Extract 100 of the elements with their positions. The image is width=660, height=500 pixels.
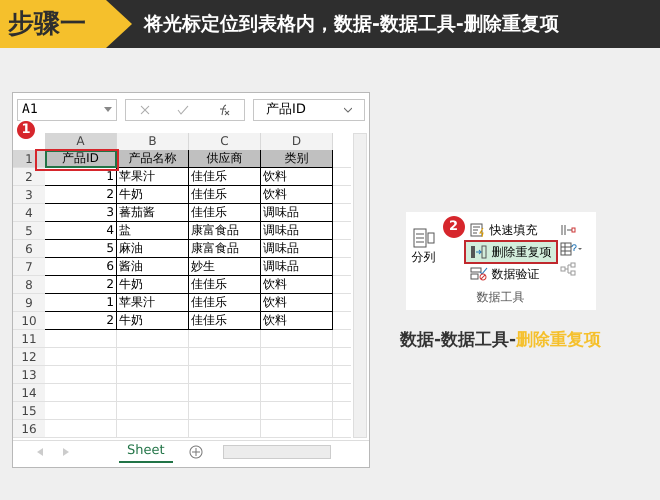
table-cell[interactable]: 盐	[117, 222, 189, 240]
row-header[interactable]: 15	[13, 402, 45, 420]
empty-cell[interactable]	[117, 384, 189, 402]
table-cell[interactable]: 妙生	[189, 258, 261, 276]
cancel-icon[interactable]	[140, 105, 150, 115]
formula-bar[interactable]: 产品ID	[253, 99, 365, 121]
empty-cell[interactable]	[189, 348, 261, 366]
ribbon-command[interactable]: 快速填充	[466, 220, 556, 240]
caption: 数据-数据工具-删除重复项	[400, 329, 602, 352]
empty-cell[interactable]	[261, 420, 333, 438]
table-cell[interactable]: 调味品	[261, 222, 333, 240]
table-cell[interactable]: 牛奶	[117, 312, 189, 330]
empty-cell[interactable]	[189, 366, 261, 384]
table-cell[interactable]: 供应商	[189, 150, 261, 168]
columns-icon	[412, 228, 435, 248]
empty-cell[interactable]	[189, 330, 261, 348]
table-cell[interactable]: 饮料	[261, 312, 333, 330]
row-header[interactable]: 10	[13, 312, 45, 330]
table-cell[interactable]: 苹果汁	[117, 294, 189, 312]
horizontal-scrollbar[interactable]	[222, 444, 331, 458]
table-cell[interactable]: 调味品	[261, 240, 333, 258]
table-cell[interactable]: 2	[45, 276, 117, 294]
remove-duplicates-icon	[470, 245, 488, 259]
text-to-columns-button[interactable]: 分列	[406, 220, 442, 284]
check-icon[interactable]	[176, 105, 189, 115]
column-header[interactable]: C	[189, 133, 261, 150]
vertical-scrollbar[interactable]	[353, 133, 367, 438]
table-cell[interactable]: 2	[45, 312, 117, 330]
table-cell[interactable]: 牛奶	[117, 276, 189, 294]
table-cell[interactable]: 3	[45, 204, 117, 222]
table-cell[interactable]: 产品ID	[45, 150, 117, 168]
row-header[interactable]: 8	[13, 276, 45, 294]
empty-cell[interactable]	[261, 348, 333, 366]
table-cell[interactable]: 佳佳乐	[189, 186, 261, 204]
table-cell[interactable]: 饮料	[261, 186, 333, 204]
table-cell[interactable]: 佳佳乐	[189, 294, 261, 312]
empty-cell[interactable]	[117, 402, 189, 420]
column-header[interactable]: B	[117, 133, 189, 150]
empty-cell[interactable]	[117, 330, 189, 348]
ribbon-command[interactable]: 数据验证	[466, 264, 556, 284]
table-cell[interactable]: 酱油	[117, 258, 189, 276]
table-cell[interactable]: 类别	[261, 150, 333, 168]
table-cell[interactable]: 佳佳乐	[189, 168, 261, 186]
column-header[interactable]: D	[261, 133, 333, 150]
row-header[interactable]: 4	[13, 204, 45, 222]
ribbon-command[interactable]: 删除重复项	[466, 242, 556, 262]
table-cell[interactable]: 佳佳乐	[189, 312, 261, 330]
row-header[interactable]: 3	[13, 186, 45, 204]
previous-sheet-icon[interactable]	[37, 448, 43, 456]
add-sheet-icon[interactable]	[188, 444, 203, 458]
row-header[interactable]: 12	[13, 348, 45, 366]
row-header[interactable]: 1	[13, 150, 45, 168]
row-header[interactable]: 9	[13, 294, 45, 312]
table-cell[interactable]: 6	[45, 258, 117, 276]
table-cell[interactable]: 牛奶	[117, 186, 189, 204]
table-cell[interactable]: 康富食品	[189, 222, 261, 240]
table-cell[interactable]: 4	[45, 222, 117, 240]
table-cell[interactable]: 1	[45, 294, 117, 312]
empty-cell[interactable]	[189, 420, 261, 438]
table-cell[interactable]: 1	[45, 168, 117, 186]
table-cell[interactable]: 佳佳乐	[189, 276, 261, 294]
table-cell[interactable]: 麻油	[117, 240, 189, 258]
relationships-icon[interactable]	[560, 262, 576, 276]
table-cell[interactable]: 蕃茄酱	[117, 204, 189, 222]
consolidate-icon[interactable]	[560, 224, 576, 236]
step-marker: 1	[15, 119, 37, 141]
empty-cell[interactable]	[261, 366, 333, 384]
data-validation-icon	[470, 267, 488, 281]
table-cell[interactable]: 饮料	[261, 276, 333, 294]
row-header[interactable]: 16	[13, 420, 45, 438]
row-header[interactable]: 14	[13, 384, 45, 402]
empty-cell[interactable]	[117, 420, 189, 438]
row-header[interactable]: 7	[13, 258, 45, 276]
name-box[interactable]: A1	[17, 99, 117, 121]
table-cell[interactable]: 5	[45, 240, 117, 258]
row-header[interactable]: 11	[13, 330, 45, 348]
table-cell[interactable]: 调味品	[261, 204, 333, 222]
column-header[interactable]: A	[45, 133, 117, 150]
empty-cell[interactable]	[189, 402, 261, 420]
row-header[interactable]: 2	[13, 168, 45, 186]
table-cell[interactable]: 饮料	[261, 294, 333, 312]
table-cell[interactable]: 饮料	[261, 168, 333, 186]
empty-cell[interactable]	[117, 348, 189, 366]
empty-cell[interactable]	[189, 384, 261, 402]
table-cell[interactable]: 佳佳乐	[189, 204, 261, 222]
empty-cell[interactable]	[261, 330, 333, 348]
what-if-icon[interactable]	[560, 242, 582, 256]
table-cell[interactable]: 苹果汁	[117, 168, 189, 186]
table-cell[interactable]: 2	[45, 186, 117, 204]
table-cell[interactable]: 调味品	[261, 258, 333, 276]
empty-cell[interactable]	[261, 402, 333, 420]
row-header[interactable]: 13	[13, 366, 45, 384]
empty-cell[interactable]	[117, 366, 189, 384]
row-header[interactable]: 5	[13, 222, 45, 240]
empty-cell[interactable]	[261, 384, 333, 402]
table-cell[interactable]: 康富食品	[189, 240, 261, 258]
next-sheet-icon[interactable]	[63, 448, 69, 456]
dropdown-icon	[104, 107, 112, 113]
table-cell[interactable]: 产品名称	[117, 150, 189, 168]
row-header[interactable]: 6	[13, 240, 45, 258]
